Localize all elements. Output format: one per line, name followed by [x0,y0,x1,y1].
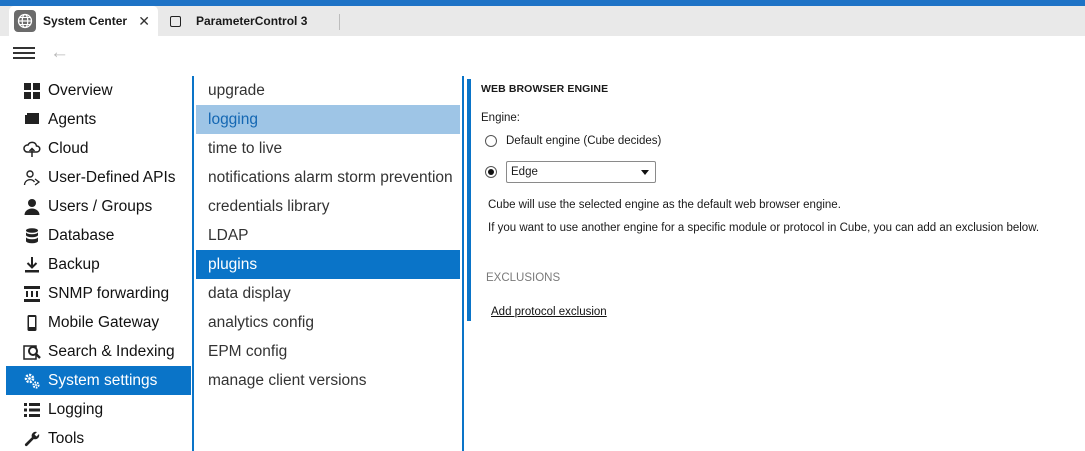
dropdown-caret-icon [641,170,649,175]
engine-select-value: Edge [511,166,538,178]
gears-icon [23,372,41,390]
tab-label: System Center [43,14,128,28]
sidebar-item-label: Search & Indexing [48,342,175,360]
sidebar-item-label: Tools [48,429,85,447]
sidebar-item-logging[interactable]: Logging [6,395,191,424]
engine-label: Engine: [481,112,521,124]
sidebar-item-label: Agents [48,110,97,128]
radio-button[interactable] [485,166,497,178]
sidebar-item-users-groups[interactable]: Users / Groups [6,192,191,221]
sidebar-item-cloud[interactable]: Cloud [6,134,191,163]
sidebar-item-label: System settings [48,371,158,389]
settings-subnav: upgrade logging time to live notificatio… [196,76,460,395]
sidebar-item-label: Users / Groups [48,197,153,215]
window-icon [170,15,181,27]
wrench-icon [23,430,41,448]
list-icon [23,401,41,419]
sidebar-item-label: Overview [48,81,113,99]
exclusions-heading: EXCLUSIONS [486,272,561,284]
info-text: Cube will use the selected engine as the… [488,199,841,211]
tab-bar: System Center ✕ ParameterControl 3 [0,6,1085,36]
sidebar-item-label: User-Defined APIs [48,168,176,186]
radio-selected-engine[interactable]: Edge [485,161,656,183]
download-icon [23,256,41,274]
sidebar-item-label: Database [48,226,115,244]
sidebar-item-system-settings[interactable]: System settings [6,366,191,395]
sidebar-item-user-defined-apis[interactable]: User-Defined APIs [6,163,191,192]
subnav-item-analytics-config[interactable]: analytics config [196,308,460,337]
subnav-item-ldap[interactable]: LDAP [196,221,460,250]
sidebar-item-label: Mobile Gateway [48,313,160,331]
back-arrow-icon[interactable]: ← [50,42,69,64]
subnav-item-logging[interactable]: logging [196,105,460,134]
subnav-item-plugins[interactable]: plugins [196,250,460,279]
tab-divider [339,14,340,30]
database-icon [23,227,41,245]
subnav-item-upgrade[interactable]: upgrade [196,76,460,105]
sidebar-item-snmp-forwarding[interactable]: SNMP forwarding [6,279,191,308]
sidebar-item-label: Cloud [48,139,89,157]
globe-icon [14,10,36,32]
user-icon [23,198,41,216]
subnav-item-credentials-library[interactable]: credentials library [196,192,460,221]
sidebar-nav: Overview Agents Cloud User-Defined APIs … [0,76,192,451]
snmp-icon [23,285,41,303]
subnav-item-manage-client-versions[interactable]: manage client versions [196,366,460,395]
sidebar-item-tools[interactable]: Tools [6,424,191,451]
sidebar-item-label: SNMP forwarding [48,284,170,302]
subnav-item-time-to-live[interactable]: time to live [196,134,460,163]
sidebar-item-overview[interactable]: Overview [6,76,191,105]
section-accent-bar [467,79,471,321]
sidebar-item-label: Logging [48,400,104,418]
close-icon[interactable]: ✕ [138,13,150,30]
radio-button[interactable] [485,135,497,147]
subnav-item-notifications-alarm-storm-prevention[interactable]: notifications alarm storm prevention [196,163,460,192]
engine-select[interactable]: Edge [506,161,656,183]
subnav-item-data-display[interactable]: data display [196,279,460,308]
grid-icon [23,82,41,100]
api-user-icon [23,169,41,187]
tab-label: ParameterControl 3 [196,14,308,28]
cloud-upload-icon [23,140,41,158]
sidebar-item-database[interactable]: Database [6,221,191,250]
sidebar-item-search-indexing[interactable]: Search & Indexing [6,337,191,366]
subnav-item-epm-config[interactable]: EPM config [196,337,460,366]
search-icon [23,343,41,361]
add-protocol-exclusion-link[interactable]: Add protocol exclusion [491,306,607,318]
info-text: If you want to use another engine for a … [488,222,1040,234]
radio-label: Default engine (Cube decides) [506,135,662,147]
agents-icon [23,111,41,129]
tab-system-center[interactable]: System Center ✕ [9,6,158,36]
toolbar: ← [0,36,1085,72]
tab-parametercontrol[interactable]: ParameterControl 3 [166,6,340,36]
radio-default-engine[interactable]: Default engine (Cube decides) [485,135,661,147]
sidebar-item-mobile-gateway[interactable]: Mobile Gateway [6,308,191,337]
sidebar-item-agents[interactable]: Agents [6,105,191,134]
panel-divider [462,76,464,451]
section-title: WEB BROWSER ENGINE [481,83,609,95]
sidebar-item-backup[interactable]: Backup [6,250,191,279]
sidebar-item-label: Backup [48,255,100,273]
panel-divider [192,76,194,451]
phone-icon [23,314,41,332]
hamburger-menu-icon[interactable] [13,45,35,61]
